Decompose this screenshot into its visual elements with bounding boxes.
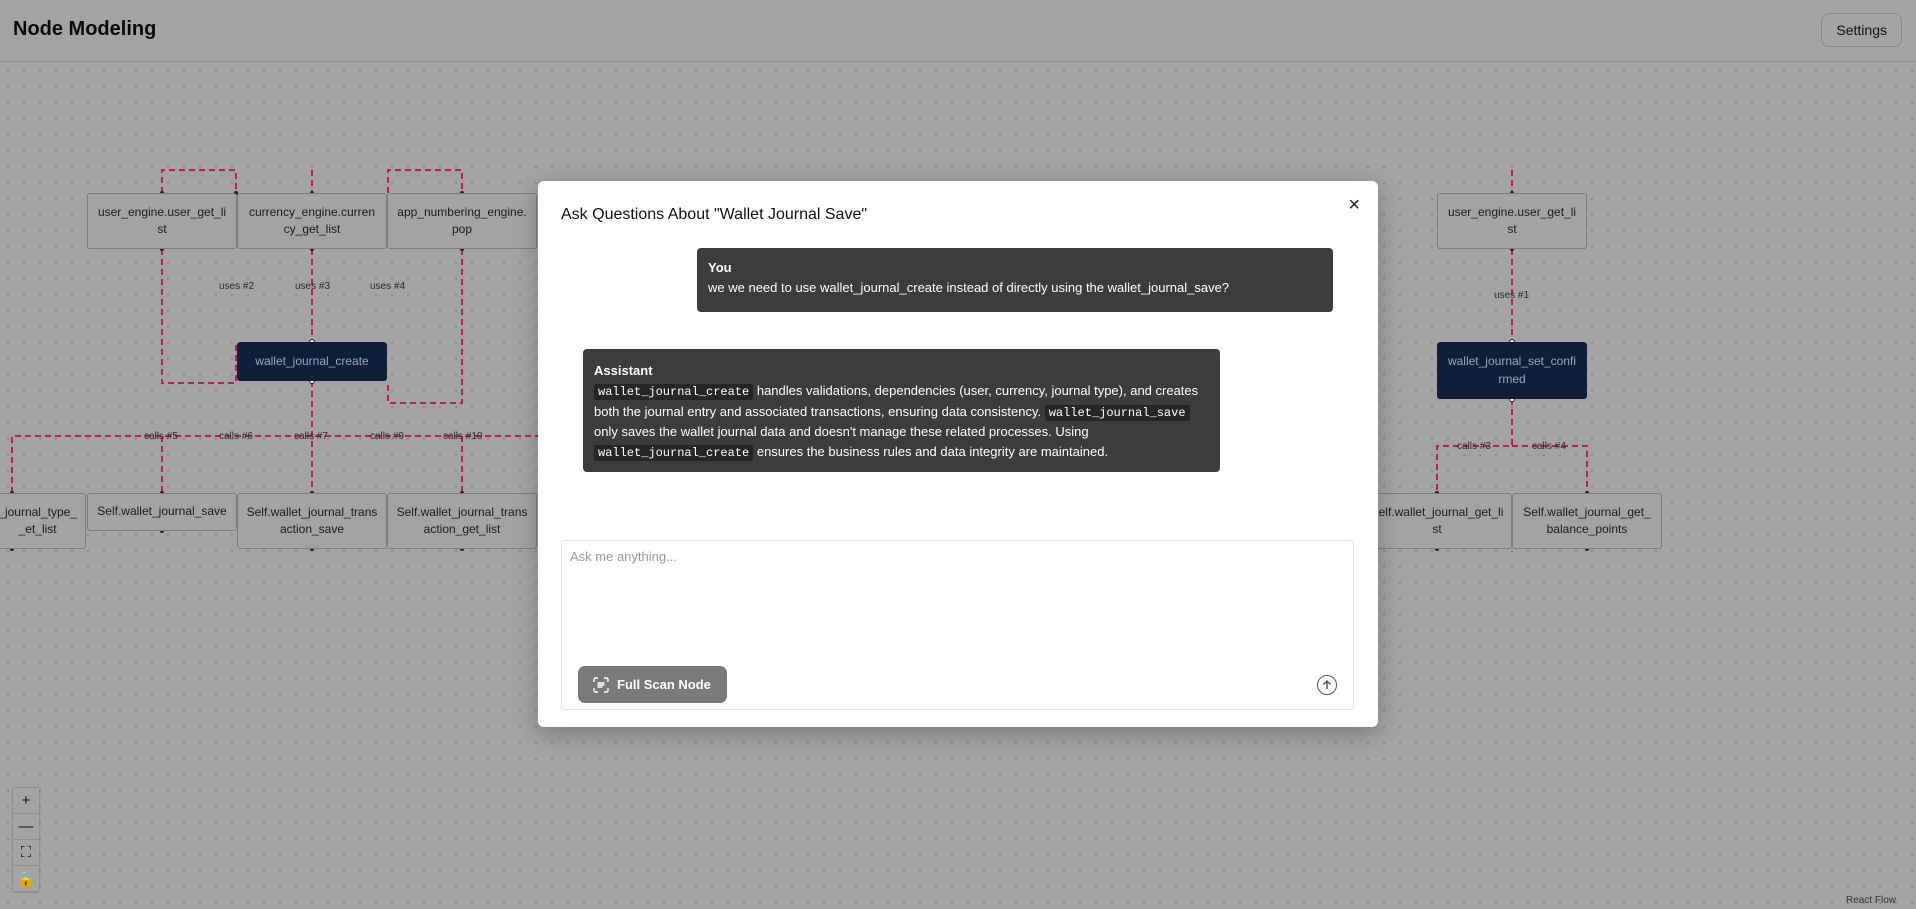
node-wallet-journal-get-list[interactable]: Self.wallet_journal_get_li st: [1362, 493, 1512, 549]
edge-label-calls4: calls #4: [1532, 441, 1566, 452]
edge-uses2: [161, 249, 237, 384]
edge-loop-left: [161, 169, 237, 193]
edge-label-uses4: uses #4: [370, 281, 406, 292]
edge-label-calls9: calls #9: [370, 431, 404, 442]
edge-label-calls5: calls #5: [144, 431, 178, 442]
message-author: Assistant: [594, 363, 653, 378]
edge-label-calls6: calls #6: [219, 431, 253, 442]
node-wallet-journal-get-balance-points[interactable]: Self.wallet_journal_get_balance_points: [1512, 493, 1662, 549]
node-app-numbering-pop[interactable]: app_numbering_engine.pop: [387, 193, 537, 249]
close-icon[interactable]: ×: [1348, 195, 1360, 215]
modal-title: Ask Questions About "Wallet Journal Save…: [561, 206, 868, 223]
edge-calls4: [1512, 445, 1588, 493]
user-message: You we we need to use wallet_journal_cre…: [697, 248, 1333, 312]
full-scan-node-button[interactable]: Full Scan Node: [578, 666, 727, 703]
assistant-message: Assistant wallet_journal_create handles …: [583, 349, 1220, 472]
arrow-up-icon: [1322, 679, 1332, 689]
node-user-get-list-right[interactable]: user_engine.user_get_list: [1437, 193, 1587, 249]
node-wallet-journal-save[interactable]: Self.wallet_journal_save: [87, 493, 237, 531]
scan-icon: [593, 676, 609, 693]
message-text: we we need to use wallet_journal_create …: [708, 280, 1230, 296]
full-scan-node-label: Full Scan Node: [617, 677, 711, 692]
edge-label-uses3: uses #3: [295, 281, 331, 292]
node-user-get-list[interactable]: user_engine.user_get_list: [87, 193, 237, 249]
fit-view-button[interactable]: ⛶: [13, 840, 39, 866]
flow-controls: + — ⛶ 🔒: [13, 788, 39, 892]
message-author: You: [708, 260, 732, 275]
edge-loop-right: [387, 169, 463, 193]
inline-code: wallet_journal_create: [594, 384, 754, 401]
question-input-container: Full Scan Node: [561, 540, 1354, 710]
zoom-out-button[interactable]: —: [13, 814, 39, 840]
zoom-in-button[interactable]: +: [13, 788, 39, 814]
node-wallet-journal-transaction-get-list[interactable]: Self.wallet_journal_transaction_get_list: [387, 493, 537, 549]
message-text: wallet_journal_create handles validation…: [594, 383, 1198, 462]
node-wallet-journal-create[interactable]: wallet_journal_create: [237, 342, 387, 381]
edge-calls-row: [11, 435, 538, 493]
text-segment: ensures the business rules and data inte…: [753, 444, 1109, 460]
edge-label-calls7: calls #7: [294, 431, 328, 442]
node-wallet-journal-type-get-list[interactable]: _journal_type_ _et_list: [0, 493, 86, 549]
send-button[interactable]: [1317, 675, 1337, 695]
node-wallet-journal-set-confirmed[interactable]: wallet_journal_set_confirmed: [1437, 342, 1587, 399]
text-segment: only saves the wallet journal data and d…: [594, 424, 1089, 440]
edge-label-uses2: uses #2: [219, 281, 255, 292]
react-flow-attribution[interactable]: React Flow: [1846, 895, 1896, 906]
inline-code: wallet_journal_save: [1044, 404, 1190, 421]
lock-button[interactable]: 🔒: [13, 866, 39, 892]
edge-label-calls10: calls #10: [443, 431, 483, 442]
question-input[interactable]: [570, 549, 1340, 649]
edge-label-uses1: uses #1: [1494, 290, 1530, 301]
inline-code: wallet_journal_create: [594, 445, 754, 462]
edge-label-calls3: calls #3: [1457, 441, 1491, 452]
node-currency-get-list[interactable]: currency_engine.currency_get_list: [237, 193, 387, 249]
edge-uses4: [387, 249, 463, 404]
ask-questions-modal: Ask Questions About "Wallet Journal Save…: [538, 181, 1378, 727]
node-wallet-journal-transaction-save[interactable]: Self.wallet_journal_transaction_save: [237, 493, 387, 549]
